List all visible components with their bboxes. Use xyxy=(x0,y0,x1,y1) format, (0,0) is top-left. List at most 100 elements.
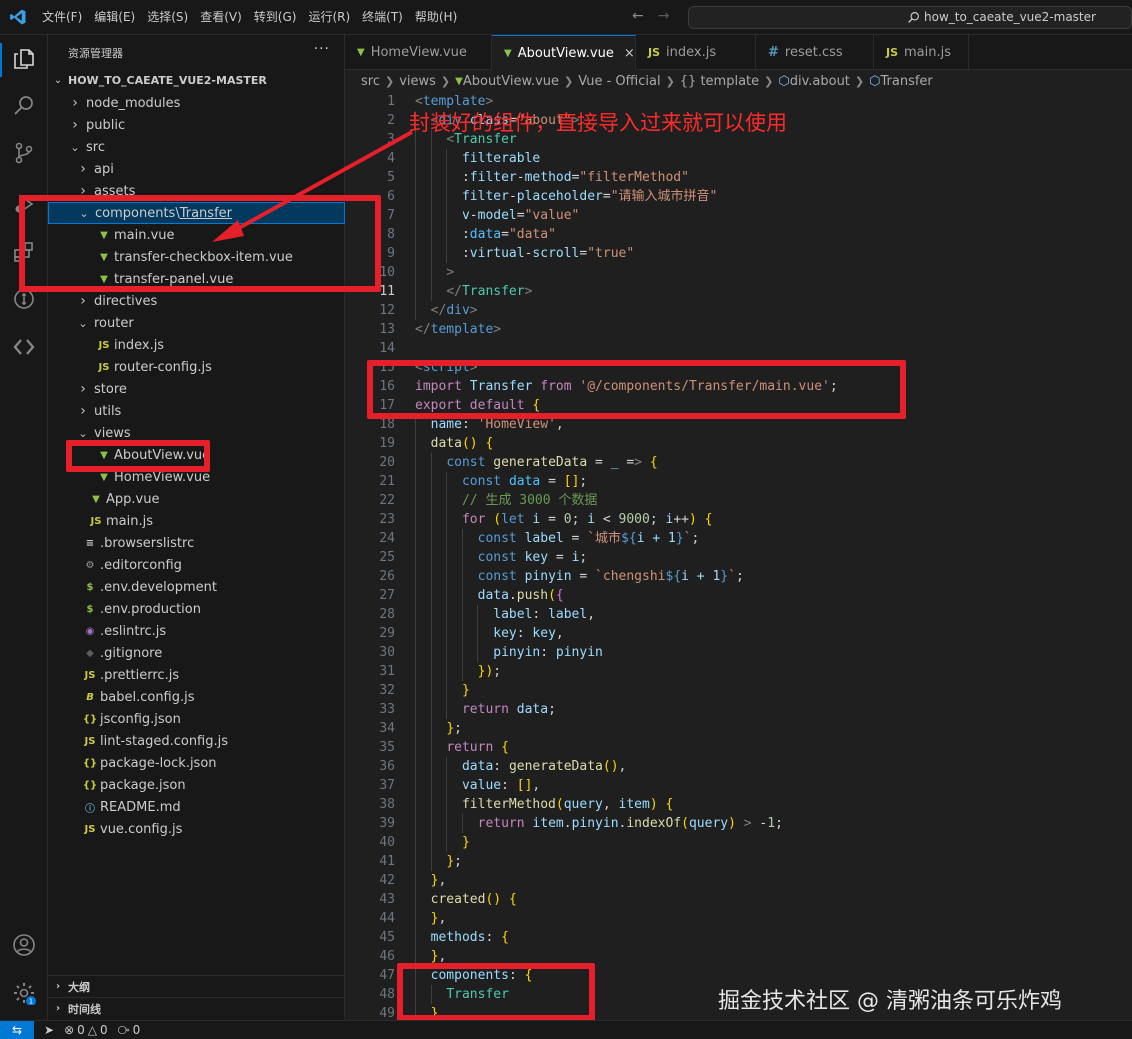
code-line[interactable]: const key = i; xyxy=(415,548,588,567)
file-item[interactable]: JS .prettierrc.js xyxy=(48,664,345,686)
code-line[interactable]: </div> xyxy=(415,301,478,320)
tab-index-js[interactable]: JS index.js xyxy=(636,35,756,70)
menu-item[interactable]: 终端(T) xyxy=(356,0,409,35)
folder-item[interactable]: › node_modules xyxy=(48,92,345,114)
file-item[interactable]: Bbabel.config.js xyxy=(48,686,345,708)
code-line[interactable]: v-model="value" xyxy=(415,206,579,225)
code-line[interactable]: }, xyxy=(415,871,447,890)
folder-item[interactable]: ⌄ src xyxy=(48,136,345,158)
status-ports[interactable]: ⧂ 0 xyxy=(118,1023,141,1038)
code-line[interactable]: :virtual-scroll="true" xyxy=(415,244,634,263)
remote-explorer-icon[interactable] xyxy=(12,335,36,359)
code-line[interactable]: > xyxy=(415,263,454,282)
code-line[interactable]: const label = `城市${i + 1}`; xyxy=(415,529,700,548)
code-line[interactable]: return item.pinyin.indexOf(query) > -1; xyxy=(415,814,783,833)
forward-arrow-icon[interactable]: → xyxy=(658,8,670,24)
file-item[interactable]: JS lint-staged.config.js xyxy=(48,730,345,752)
code-line[interactable]: </template> xyxy=(415,320,501,339)
file-item[interactable]: JS index.js xyxy=(48,334,345,356)
breadcrumb-item[interactable]: div.about xyxy=(790,74,850,89)
code-line[interactable]: data() { xyxy=(415,434,494,453)
menu-item[interactable]: 帮助(H) xyxy=(409,0,463,35)
file-item[interactable]: ⓘ README.md xyxy=(48,796,345,818)
timeline-section[interactable]: › 时间线 xyxy=(48,997,345,1019)
code-line[interactable]: pinyin: pinyin xyxy=(415,643,603,662)
menu-item[interactable]: 运行(R) xyxy=(302,0,356,35)
explorer-icon[interactable] xyxy=(12,47,36,71)
code-line[interactable]: :filter-method="filterMethod" xyxy=(415,168,689,187)
settings-gear-icon[interactable]: 1 xyxy=(12,981,36,1005)
menu-item[interactable]: 选择(S) xyxy=(141,0,194,35)
breadcrumb-item[interactable]: src xyxy=(361,74,380,89)
folder-item[interactable]: › store xyxy=(48,378,345,400)
file-item[interactable]: JS main.js xyxy=(48,510,345,532)
file-item[interactable]: JS router-config.js xyxy=(48,356,345,378)
folder-item[interactable]: › utils xyxy=(48,400,345,422)
code-line[interactable]: created() { xyxy=(415,890,517,909)
project-root[interactable]: ⌄ HOW_TO_CAEATE_VUE2-MASTER xyxy=(48,69,345,91)
file-item[interactable]: ⚙ .editorconfig xyxy=(48,554,345,576)
code-line[interactable]: filterMethod(query, item) { xyxy=(415,795,673,814)
file-item[interactable]: JS vue.config.js xyxy=(48,818,345,840)
code-line[interactable]: const data = []; xyxy=(415,472,587,491)
folder-item[interactable]: › api xyxy=(48,158,345,180)
folder-item[interactable]: › public xyxy=(48,114,345,136)
file-item[interactable]: {} package.json xyxy=(48,774,345,796)
menu-item[interactable]: 文件(F) xyxy=(36,0,88,35)
code-line[interactable]: data.push({ xyxy=(415,586,564,605)
code-line[interactable]: return data; xyxy=(415,700,556,719)
command-center-search[interactable]: how_to_caeate_vue2-master xyxy=(688,6,1132,29)
more-actions-icon[interactable]: ··· xyxy=(314,41,330,57)
code-line[interactable]: }); xyxy=(415,662,501,681)
tab-aboutview-vue[interactable]: ▼ AboutView.vue × xyxy=(492,35,636,70)
breadcrumb-item[interactable]: views xyxy=(399,74,436,89)
breadcrumb-item[interactable]: Transfer xyxy=(881,74,933,89)
file-item[interactable]: {} package-lock.json xyxy=(48,752,345,774)
code-line[interactable]: }; xyxy=(415,719,462,738)
code-line[interactable]: } xyxy=(415,833,470,852)
code-line[interactable]: </Transfer> xyxy=(415,282,532,301)
tab-homeview-vue[interactable]: ▼ HomeView.vue xyxy=(345,35,492,70)
tab-reset-css[interactable]: # reset.css xyxy=(756,35,874,70)
file-item[interactable]: ◉ .eslintrc.js xyxy=(48,620,345,642)
file-item[interactable]: {} jsconfig.json xyxy=(48,708,345,730)
code-line[interactable]: // 生成 3000 个数据 xyxy=(415,491,597,510)
account-icon[interactable] xyxy=(12,933,36,957)
folder-item[interactable]: › directives xyxy=(48,290,345,312)
code-line[interactable]: for (let i = 0; i < 9000; i++) { xyxy=(415,510,713,529)
status-problems[interactable]: ⊗ 0 △ 0 xyxy=(64,1023,108,1037)
code-line[interactable]: } xyxy=(415,681,470,700)
tab-main-js[interactable]: JS main.js xyxy=(874,35,969,70)
code-line[interactable]: const pinyin = `chengshi${i + 1}`; xyxy=(415,567,744,586)
code-line[interactable]: label: label, xyxy=(415,605,595,624)
file-item[interactable]: ≡ .browserslistrc xyxy=(48,532,345,554)
code-line[interactable]: key: key, xyxy=(415,624,563,643)
code-line[interactable]: const generateData = _ => { xyxy=(415,453,657,472)
file-item[interactable]: ◆ .gitignore xyxy=(48,642,345,664)
code-line[interactable]: value: [], xyxy=(415,776,540,795)
back-arrow-icon[interactable]: ← xyxy=(632,8,644,24)
close-icon[interactable]: × xyxy=(624,46,635,61)
code-line[interactable]: methods: { xyxy=(415,928,509,947)
file-item[interactable]: ▼ App.vue xyxy=(48,488,345,510)
code-line[interactable]: return { xyxy=(415,738,509,757)
source-control-icon[interactable] xyxy=(12,141,36,165)
code-line[interactable]: filter-placeholder="请输入城市拼音" xyxy=(415,187,717,206)
status-sync[interactable]: ➤ xyxy=(44,1023,54,1037)
folder-item[interactable]: ⌄ router xyxy=(48,312,345,334)
code-line[interactable]: }, xyxy=(415,909,447,928)
file-item[interactable]: $ .env.production xyxy=(48,598,345,620)
breadcrumb-item[interactable]: {} template xyxy=(680,74,759,89)
code-line[interactable]: }; xyxy=(415,852,462,871)
code-editor[interactable]: 1 2 3 4 5 6 7 8 9 10 11 12 13 14 15 16 17 18 19 20 21 22 23 24 2… xyxy=(345,92,1132,1020)
menu-item[interactable]: 转到(G) xyxy=(248,0,303,35)
breadcrumb-item[interactable]: AboutView.vue xyxy=(463,74,559,89)
breadcrumb-item[interactable]: Vue - Official xyxy=(578,74,660,89)
menu-item[interactable]: 编辑(E) xyxy=(88,0,141,35)
outline-section[interactable]: › 大纲 xyxy=(48,975,345,997)
file-item[interactable]: $ .env.development xyxy=(48,576,345,598)
remote-indicator-icon[interactable]: ⇆ xyxy=(0,1020,34,1039)
menu-item[interactable]: 查看(V) xyxy=(194,0,248,35)
code-line[interactable]: filterable xyxy=(415,149,540,168)
code-line[interactable]: :data="data" xyxy=(415,225,556,244)
